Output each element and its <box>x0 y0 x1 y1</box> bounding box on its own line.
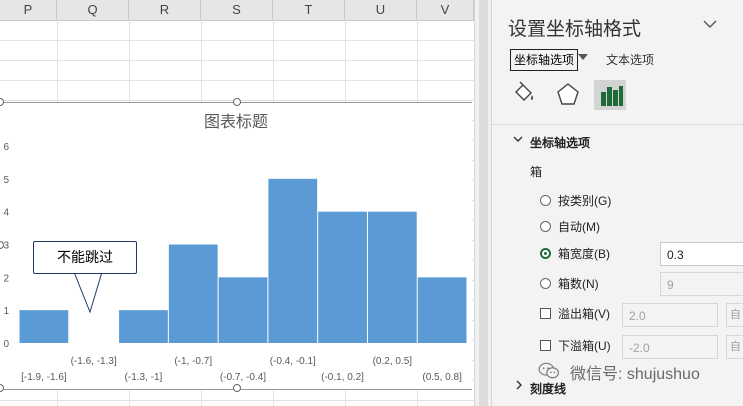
x-category-label: (-0.1, 0.2] <box>321 372 364 383</box>
axis-options-bar-chart-icon[interactable] <box>594 80 626 110</box>
radio-button[interactable] <box>540 221 551 232</box>
tab-axis-options[interactable]: 坐标轴选项 <box>510 49 579 71</box>
column-header-R[interactable]: R <box>129 0 201 20</box>
x-category-label: (-0.7, -0.4] <box>220 372 266 383</box>
chart-resize-handle-top-mid[interactable] <box>233 98 241 106</box>
callout-text: 不能跳过 <box>57 249 113 265</box>
y-tick-label: 1 <box>3 306 9 317</box>
bin-count-input[interactable]: 9 <box>660 272 743 296</box>
x-category-label: (0.2, 0.5] <box>373 356 413 367</box>
watermark-text: 微信号: shujushuo <box>570 366 700 383</box>
radio-button[interactable] <box>540 195 551 206</box>
fill-line-icon[interactable] <box>508 80 540 110</box>
histogram-bar <box>417 277 467 343</box>
underflow-auto-button[interactable]: 自 <box>726 335 743 359</box>
y-tick-label: 0 <box>3 339 9 350</box>
column-header-Q[interactable]: Q <box>57 0 129 20</box>
wechat-icon <box>538 362 560 379</box>
spreadsheet-grid[interactable]: PQRSTUV 图表标题 0 1 2 3 4 5 6 [-1.9, -1.6] (-1.6, -1… <box>0 0 474 406</box>
grid-row-line <box>0 400 474 401</box>
tab-text-options[interactable]: 文本选项 <box>606 50 654 70</box>
column-header-S[interactable]: S <box>201 0 273 20</box>
vertical-scrollbar[interactable] <box>474 0 492 406</box>
radio-button[interactable] <box>540 278 551 289</box>
y-tick-label: 6 <box>3 142 9 153</box>
panel-title: 设置坐标轴格式 <box>508 19 642 40</box>
x-category-label: (-1.6, -1.3] <box>71 356 117 367</box>
checkbox[interactable] <box>540 308 551 319</box>
callout-box[interactable]: 不能跳过 <box>33 241 137 274</box>
dropdown-arrow-icon[interactable] <box>578 54 588 60</box>
checkbox[interactable] <box>540 340 551 351</box>
y-tick-label: 2 <box>3 273 9 284</box>
overflow-input[interactable]: 2.0 <box>622 303 718 327</box>
y-tick-label: 3 <box>3 241 9 252</box>
histogram-bar <box>19 310 69 343</box>
panel-separator <box>492 124 743 125</box>
x-category-label: (-1, -0.7] <box>174 356 212 367</box>
histogram-bar <box>318 211 367 343</box>
histogram-bar <box>119 310 168 343</box>
x-category-label: (-0.4, -0.1] <box>270 356 316 367</box>
histogram-bar <box>268 178 318 343</box>
section-axis-options[interactable]: 坐标轴选项 <box>530 134 590 151</box>
grid-row-line <box>0 60 474 61</box>
column-header-U[interactable]: U <box>345 0 417 20</box>
histogram-bar <box>218 277 268 343</box>
chart-resize-handle-bottom-left[interactable] <box>0 384 4 392</box>
overflow-auto-button[interactable]: 自 <box>726 303 743 327</box>
x-category-label: [-1.9, -1.6] <box>21 372 67 383</box>
effects-pentagon-icon[interactable] <box>552 80 584 110</box>
y-tick-label: 5 <box>3 175 9 186</box>
histogram-bar <box>367 211 417 343</box>
y-tick-label: 4 <box>3 208 9 219</box>
x-category-label: (0.5, 0.8] <box>422 372 462 383</box>
scrollbar-thumb[interactable] <box>479 0 488 406</box>
radio-button-selected[interactable] <box>540 248 551 259</box>
grid-row-line <box>0 40 474 41</box>
column-header-T[interactable]: T <box>273 0 345 20</box>
chevron-right-icon[interactable] <box>515 380 523 393</box>
column-header-row: PQRSTUV <box>0 0 474 21</box>
chart-title: 图表标题 <box>204 113 268 131</box>
bins-label: 箱 <box>530 165 543 179</box>
section-tick-marks[interactable]: 刻度线 <box>530 380 566 397</box>
underflow-input[interactable]: -2.0 <box>622 335 718 359</box>
column-header-V[interactable]: V <box>417 0 474 20</box>
chevron-down-icon[interactable] <box>703 16 717 32</box>
x-category-label: (-1.3, -1] <box>125 372 163 383</box>
column-header-P[interactable]: P <box>0 0 57 20</box>
chevron-down-icon[interactable] <box>513 134 523 147</box>
grid-row-line <box>0 80 474 81</box>
chart-resize-handle-bottom-mid[interactable] <box>233 384 241 392</box>
bin-width-input[interactable]: 0.3 <box>660 242 743 266</box>
histogram-bar <box>168 244 218 343</box>
